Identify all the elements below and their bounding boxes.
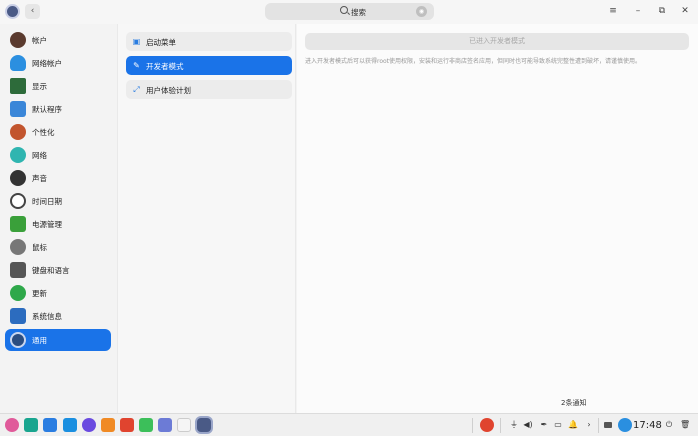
sidebar-item-label: 系统信息 [32, 312, 62, 321]
developer-mode-button: 已进入开发者模式 [305, 33, 689, 50]
sidebar-item-system-info[interactable]: 系统信息 [5, 305, 111, 327]
subpanel-item-developer-mode[interactable]: ✎ 开发者模式 [126, 56, 292, 75]
developer-mode-description: 进入开发者模式后可以获得root使用权限，安装和运行非商店签名应用，但同时也可能… [305, 58, 642, 65]
sidebar-item-label: 更新 [32, 289, 47, 298]
voice-input-icon[interactable]: ◉ [416, 6, 427, 17]
update-icon [10, 285, 26, 301]
taskbar-separator [598, 418, 599, 433]
subpanel-item-label: 用户体验计划 [146, 86, 191, 95]
mail-icon[interactable] [101, 418, 115, 432]
sidebar-item-update[interactable]: 更新 [5, 282, 111, 304]
taskbar: ⏚ ◀) ✒ ▭ 🔔 › 17:48 ⏻ 🗑 [0, 413, 698, 436]
sidebar-item-personalization[interactable]: 个性化 [5, 121, 111, 143]
menu-button[interactable]: ≡ [607, 5, 619, 17]
sidebar-item-sound[interactable]: 声音 [5, 167, 111, 189]
usb-icon[interactable]: ⏚ [509, 419, 519, 431]
network-icon [10, 147, 26, 163]
document-viewer-icon[interactable] [158, 418, 172, 432]
sidebar-item-label: 网络帐户 [32, 59, 62, 68]
sidebar-item-account[interactable]: 帐户 [5, 29, 111, 51]
power-icon[interactable]: ⏻ [664, 419, 674, 431]
sidebar-item-label: 个性化 [32, 128, 55, 137]
assistant-icon[interactable] [618, 418, 632, 432]
notification-bell-icon[interactable]: 🔔 [568, 419, 578, 431]
pen-icon[interactable]: ✒ [539, 419, 549, 431]
sidebar-item-label: 鼠标 [32, 243, 47, 252]
search-icon [340, 6, 348, 14]
volume-icon[interactable]: ◀) [523, 419, 533, 431]
boot-menu-icon: ▣ [132, 37, 141, 46]
sidebar-item-network[interactable]: 网络 [5, 144, 111, 166]
system-info-icon [10, 308, 26, 324]
sidebar-item-keyboard[interactable]: 键盘和语言 [5, 259, 111, 281]
settings-sidebar: 帐户 网络帐户 显示 默认程序 个性化 网络 声音 时间日期 电源管理 鼠标 键… [0, 24, 117, 413]
subpanel-item-boot-menu[interactable]: ▣ 启动菜单 [126, 32, 292, 51]
restore-button[interactable]: ⧉ [656, 5, 668, 17]
sidebar-item-label: 网络 [32, 151, 47, 160]
mouse-icon [10, 239, 26, 255]
speaker-icon [10, 170, 26, 186]
keyboard-icon [10, 262, 26, 278]
back-button[interactable]: ‹ [25, 4, 40, 19]
title-bar: ‹ 搜索 ◉ ≡ – ⧉ ✕ [0, 0, 698, 24]
control-center-icon[interactable] [197, 418, 211, 432]
sidebar-item-label: 时间日期 [32, 197, 62, 206]
browser-icon[interactable] [82, 418, 96, 432]
cloud-icon [10, 55, 26, 71]
sidebar-item-mouse[interactable]: 鼠标 [5, 236, 111, 258]
input-method-icon[interactable] [604, 422, 612, 428]
trash-icon[interactable]: 🗑 [680, 419, 690, 431]
sidebar-item-default-apps[interactable]: 默认程序 [5, 98, 111, 120]
close-button[interactable]: ✕ [679, 5, 691, 17]
notification-count[interactable]: 2条通知 [561, 398, 586, 408]
developer-mode-content: 已进入开发者模式 进入开发者模式后可以获得root使用权限，安装和运行非商店签名… [297, 24, 698, 413]
sidebar-item-datetime[interactable]: 时间日期 [5, 190, 111, 212]
browser-tray-icon[interactable] [480, 418, 494, 432]
monitor-icon [10, 78, 26, 94]
launcher-icon[interactable] [5, 418, 19, 432]
sidebar-item-label: 通用 [32, 336, 47, 345]
app-store-icon[interactable] [63, 418, 77, 432]
subpanel-item-user-experience[interactable]: ⤢ 用户体验计划 [126, 80, 292, 99]
sidebar-item-display[interactable]: 显示 [5, 75, 111, 97]
taskbar-separator [500, 418, 501, 433]
file-manager-icon[interactable] [43, 418, 57, 432]
sidebar-item-label: 键盘和语言 [32, 266, 70, 275]
sidebar-item-label: 帐户 [32, 36, 47, 45]
taskbar-separator [472, 418, 473, 433]
multitask-icon[interactable] [24, 418, 38, 432]
taskbar-clock[interactable]: 17:48 [633, 420, 662, 431]
control-center-logo-icon [5, 4, 20, 19]
general-subpanel: ▣ 启动菜单 ✎ 开发者模式 ⤢ 用户体验计划 [117, 24, 296, 413]
photos-icon[interactable] [120, 418, 134, 432]
sidebar-item-label: 电源管理 [32, 220, 62, 229]
subpanel-item-label: 启动菜单 [146, 38, 176, 47]
minimize-button[interactable]: – [632, 5, 644, 17]
sidebar-item-label: 默认程序 [32, 105, 62, 114]
sidebar-item-label: 声音 [32, 174, 47, 183]
music-icon[interactable] [139, 418, 153, 432]
search-placeholder: 搜索 [351, 8, 366, 17]
sidebar-item-power[interactable]: 电源管理 [5, 213, 111, 235]
calendar-icon[interactable] [177, 418, 191, 432]
sidebar-item-general[interactable]: 通用 [5, 329, 111, 351]
account-icon [10, 32, 26, 48]
battery-icon [10, 216, 26, 232]
sidebar-item-cloud-account[interactable]: 网络帐户 [5, 52, 111, 74]
developer-tools-icon: ✎ [133, 61, 140, 70]
palette-icon [10, 124, 26, 140]
sidebar-item-label: 显示 [32, 82, 47, 91]
battery-tray-icon[interactable]: ▭ [553, 419, 563, 431]
subpanel-item-label: 开发者模式 [146, 62, 184, 71]
default-apps-icon [10, 101, 26, 117]
expand-tray-icon[interactable]: › [584, 419, 594, 431]
external-link-icon: ⤢ [133, 85, 140, 94]
clock-icon [10, 193, 26, 209]
search-input[interactable]: 搜索 ◉ [265, 3, 434, 20]
general-icon [10, 332, 26, 348]
